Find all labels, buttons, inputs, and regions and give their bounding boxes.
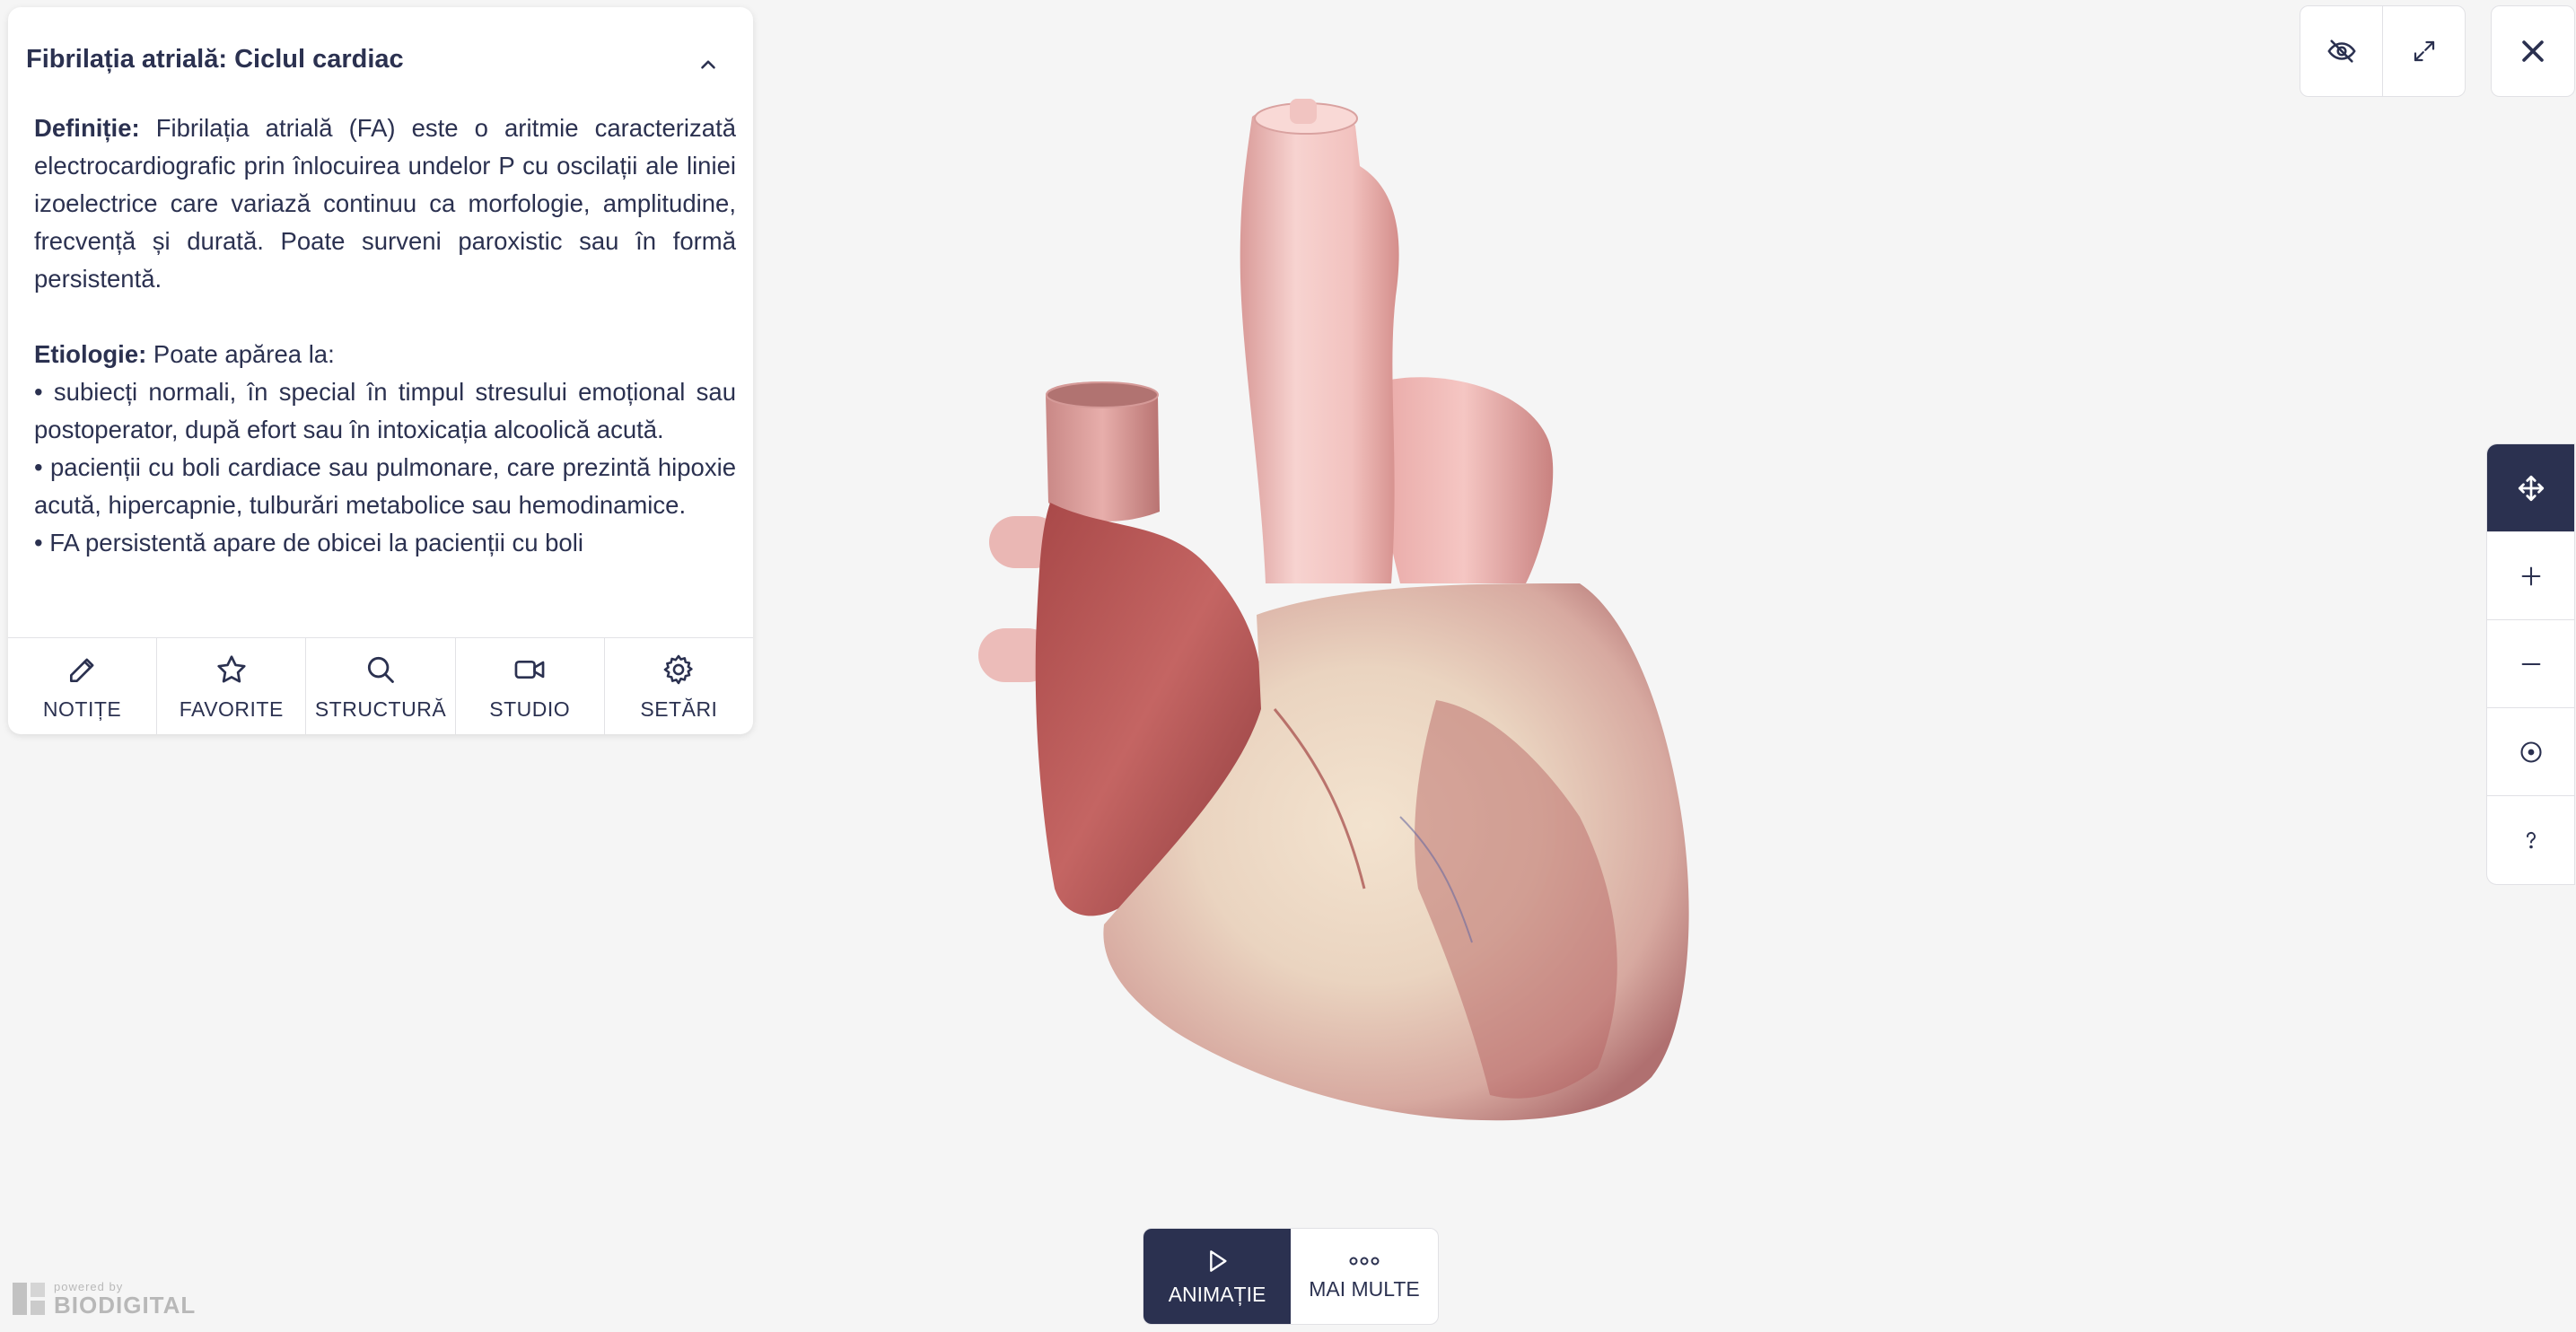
chevron-up-icon	[701, 60, 715, 69]
studio-label: STUDIO	[489, 697, 571, 721]
pan-button[interactable]	[2487, 444, 2574, 532]
etiology-label: Etiologie:	[34, 340, 147, 368]
definition-paragraph: Definiție: Fibrilația atrială (FA) este …	[34, 110, 736, 298]
gear-icon	[664, 654, 694, 684]
panel-title: Fibrilația atrială: Ciclul cardiac	[26, 45, 404, 74]
pulmonary-artery	[1374, 377, 1554, 583]
settings-label: SETĂRI	[640, 697, 718, 721]
minus-icon	[2521, 662, 2540, 665]
heart-3d-model[interactable]	[898, 81, 1795, 1176]
structure-label: STRUCTURĂ	[314, 697, 447, 721]
star-icon	[217, 654, 246, 682]
animation-button[interactable]: ANIMAȚIE	[1143, 1229, 1291, 1324]
navigation-rail	[2486, 443, 2575, 885]
notes-label: NOTIȚE	[42, 697, 122, 721]
info-panel: Fibrilația atrială: Ciclul cardiac Defin…	[8, 7, 753, 734]
structure-button[interactable]: STRUCTURĂ	[306, 638, 456, 734]
aortic-branch	[1290, 99, 1317, 124]
fullscreen-button[interactable]	[2383, 6, 2465, 96]
etiology-paragraph: Etiologie: Poate apărea la:	[34, 336, 736, 373]
view-controls	[2300, 5, 2466, 97]
branding-logo: powered by BIODIGITAL	[11, 1280, 196, 1317]
etiology-bullet: • pacienții cu boli cardiace sau pulmona…	[34, 453, 736, 519]
close-button[interactable]	[2491, 5, 2575, 97]
video-camera-icon	[514, 660, 545, 679]
play-icon	[1210, 1249, 1227, 1272]
center-button[interactable]	[2487, 708, 2574, 796]
pencil-icon	[69, 658, 94, 682]
favorites-button[interactable]: FAVORITE	[157, 638, 307, 734]
panel-description: Definiție: Fibrilația atrială (FA) este …	[34, 110, 736, 635]
notes-button[interactable]: NOTIȚE	[8, 638, 158, 734]
more-label: MAI MULTE	[1309, 1276, 1420, 1301]
etiology-text: Poate apărea la:	[146, 340, 335, 368]
search-icon	[367, 656, 394, 683]
help-icon	[2526, 831, 2536, 848]
animation-label: ANIMAȚIE	[1168, 1282, 1266, 1306]
brand-name: BIODIGITAL	[54, 1292, 197, 1319]
biodigital-logo-icon	[13, 1282, 45, 1315]
move-arrows-icon	[2518, 475, 2544, 501]
panel-toolbar: NOTIȚE FAVORITE STRUCTURĂ STUDIO SETĂRI	[8, 637, 753, 734]
settings-button[interactable]: SETĂRI	[605, 638, 753, 734]
plus-icon	[2521, 566, 2540, 585]
zoom-in-button[interactable]	[2487, 532, 2574, 620]
close-icon	[2522, 40, 2544, 62]
eye-slash-icon	[2326, 39, 2356, 63]
definition-text: Fibrilația atrială (FA) este o aritmie c…	[34, 114, 736, 293]
collapse-button[interactable]	[690, 47, 726, 83]
playback-controls: ANIMAȚIE MAI MULTE	[1143, 1228, 1439, 1325]
more-button[interactable]: MAI MULTE	[1291, 1229, 1438, 1324]
etiology-bullet: • subiecți normali, în special în timpul…	[34, 378, 736, 443]
hide-button[interactable]	[2300, 6, 2383, 96]
definition-label: Definiție:	[34, 114, 140, 142]
svc-opening	[1046, 381, 1159, 408]
studio-button[interactable]: STUDIO	[456, 638, 605, 734]
etiology-bullet: • FA persistentă apare de obicei la paci…	[34, 529, 583, 556]
center-icon	[2519, 740, 2542, 763]
help-button[interactable]	[2487, 796, 2574, 883]
more-dots-icon	[1349, 1257, 1380, 1265]
favorites-label: FAVORITE	[179, 697, 284, 721]
aorta	[1240, 104, 1399, 584]
zoom-out-button[interactable]	[2487, 620, 2574, 708]
expand-icon	[2414, 40, 2434, 62]
panel-header: Fibrilația atrială: Ciclul cardiac	[8, 7, 753, 113]
